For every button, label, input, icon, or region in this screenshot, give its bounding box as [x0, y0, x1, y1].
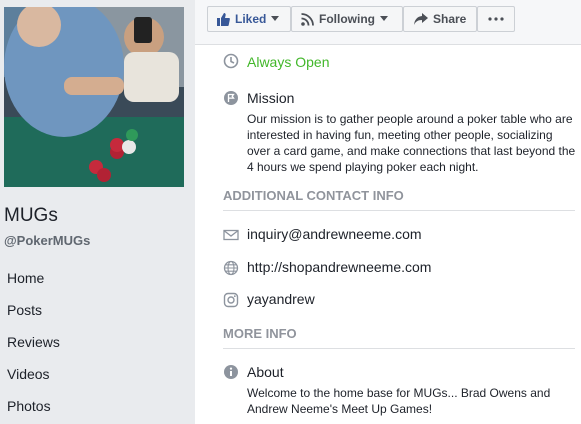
clock-icon	[223, 53, 239, 69]
more-info-section-heading: MORE INFO	[223, 326, 575, 349]
page-name[interactable]: MUGs	[4, 205, 58, 227]
email-link[interactable]: inquiry@andrewneeme.com	[247, 226, 422, 242]
thumbs-up-icon	[216, 12, 230, 26]
mission-title: Mission	[247, 90, 295, 106]
chevron-down-icon	[380, 16, 388, 22]
instagram-icon	[223, 292, 239, 308]
hours-status: Always Open	[247, 54, 330, 70]
liked-button[interactable]: Liked	[207, 6, 291, 32]
share-arrow-icon	[414, 13, 428, 25]
more-options-button[interactable]	[477, 6, 515, 32]
more-dots-icon	[488, 17, 504, 21]
contact-section-heading: ADDITIONAL CONTACT INFO	[223, 188, 575, 211]
info-icon	[223, 364, 239, 380]
page-profile-photo[interactable]	[4, 7, 184, 187]
nav-item-posts[interactable]: Posts	[0, 294, 195, 326]
website-link[interactable]: http://shopandrewneeme.com	[247, 259, 431, 275]
instagram-link[interactable]: yayandrew	[247, 291, 315, 307]
envelope-icon	[223, 227, 239, 243]
share-button[interactable]: Share	[403, 6, 477, 32]
page-handle[interactable]: @PokerMUGs	[4, 233, 90, 248]
share-label: Share	[433, 12, 467, 26]
nav-item-photos[interactable]: Photos	[0, 390, 195, 422]
about-title: About	[247, 364, 284, 380]
poker-table-photo	[4, 7, 184, 187]
mission-text: Our mission is to gather people around a…	[247, 112, 576, 174]
nav-item-videos[interactable]: Videos	[0, 358, 195, 390]
about-panel: Liked Following Share Always Open Missio…	[195, 0, 581, 424]
about-text: Welcome to the home base for MUGs... Bra…	[247, 386, 551, 416]
chevron-down-icon	[271, 16, 280, 22]
rss-feed-icon	[301, 12, 314, 26]
liked-label: Liked	[235, 12, 267, 26]
nav-item-home[interactable]: Home	[0, 262, 195, 294]
following-button[interactable]: Following	[291, 6, 403, 32]
flag-icon	[223, 90, 239, 106]
page-sidebar: MUGs @PokerMUGs Home Posts Reviews Video…	[0, 0, 195, 424]
page-nav: Home Posts Reviews Videos Photos	[0, 262, 195, 422]
following-label: Following	[319, 12, 375, 26]
nav-item-reviews[interactable]: Reviews	[0, 326, 195, 358]
globe-icon	[223, 260, 239, 276]
page-action-bar: Liked Following Share	[195, 0, 581, 45]
